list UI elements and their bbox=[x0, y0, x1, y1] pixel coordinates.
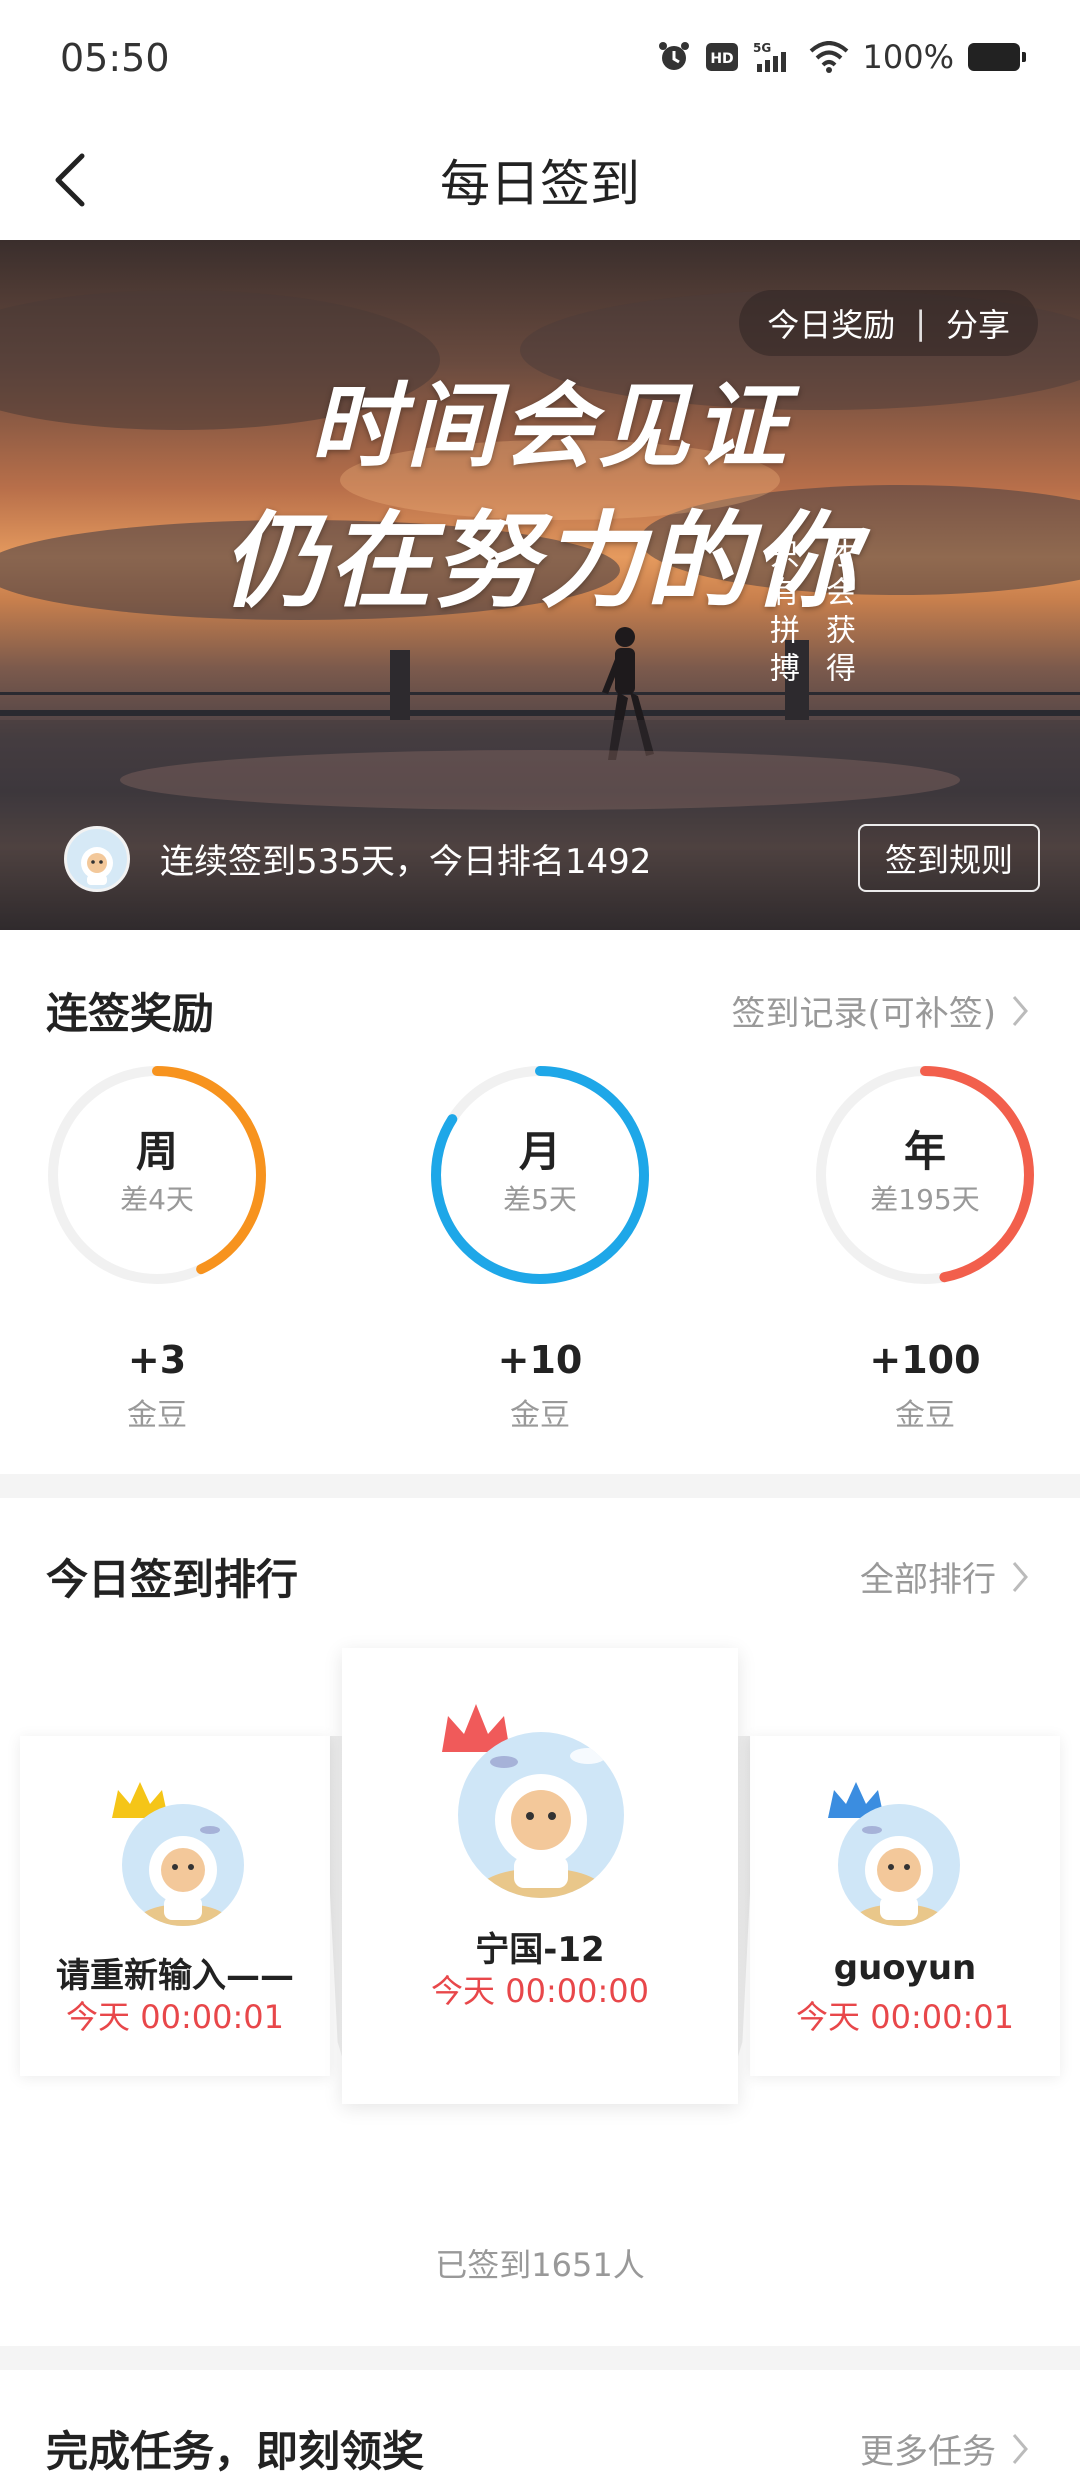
reward-unit: 金豆 bbox=[510, 1398, 570, 1433]
reward-period-label: 月 bbox=[518, 1127, 561, 1176]
chevron-right-icon bbox=[1012, 1561, 1028, 1592]
pill-separator: | bbox=[915, 304, 926, 342]
tasks-header: 完成任务，即刻领奖 更多任务 bbox=[0, 2418, 1080, 2472]
streak-rewards: 周 差4天 +3 金豆 月 差5天 +10 金豆 年 差195天 +100 金豆 bbox=[0, 1060, 1080, 1440]
status-bar: 05:50 HD 5G 100% bbox=[0, 0, 1080, 120]
astronaut-avatar-icon bbox=[853, 1826, 945, 1926]
astronaut-avatar-icon bbox=[137, 1826, 229, 1926]
svg-text:HD: HD bbox=[710, 51, 733, 67]
signed-count: 已签到1651人 bbox=[435, 2246, 645, 2284]
checkin-records-label: 签到记录(可补签) bbox=[731, 994, 996, 1034]
hd-icon: HD bbox=[705, 42, 739, 72]
share-link[interactable]: 分享 bbox=[946, 300, 1010, 346]
reward-amount: +10 bbox=[497, 1338, 583, 1382]
rank-card-second[interactable]: 请重新输入—— 今天 00:00:01 bbox=[20, 1736, 330, 2076]
poem-column-left: 才会获得 bbox=[820, 538, 855, 690]
tasks-title: 完成任务，即刻领奖 bbox=[46, 2427, 425, 2472]
section-divider bbox=[0, 1474, 1080, 1498]
reward-period-label: 周 bbox=[135, 1127, 178, 1176]
rank-first-name: 宁国-12 bbox=[475, 1930, 605, 1970]
page-title: 每日签到 bbox=[440, 155, 640, 213]
reward-year[interactable]: 年 差195天 +100 金豆 bbox=[810, 1060, 1040, 1440]
banner-side-poem: 只有拼搏 才会获得 bbox=[764, 538, 1032, 690]
svg-text:5G: 5G bbox=[753, 41, 771, 55]
banner-footer: 连续签到535天，今日排名1492 签到规则 bbox=[0, 790, 1080, 930]
rank-third-time: 今天 00:00:01 bbox=[796, 1998, 1014, 2036]
reward-amount: +100 bbox=[869, 1338, 981, 1382]
wifi-icon bbox=[809, 41, 849, 73]
back-button[interactable] bbox=[30, 140, 110, 220]
status-icons: HD 5G 100% bbox=[657, 38, 1026, 76]
checkin-records-link[interactable]: 签到记录(可补签) bbox=[731, 986, 1030, 1035]
chevron-left-icon bbox=[55, 153, 85, 207]
rank-card-first[interactable]: 宁国-12 今天 00:00:00 bbox=[342, 1648, 738, 2104]
chevron-right-icon bbox=[1012, 2433, 1028, 2464]
alarm-icon bbox=[657, 40, 691, 74]
more-tasks-link[interactable]: 更多任务 bbox=[860, 2424, 1030, 2472]
streak-rewards-header: 连签奖励 签到记录(可补签) bbox=[0, 980, 1080, 1060]
rank-second-name: 请重新输入—— bbox=[56, 1956, 294, 1996]
battery-icon bbox=[968, 43, 1026, 71]
astronaut-avatar-icon bbox=[81, 847, 113, 885]
banner-action-pill: 今日奖励 | 分享 bbox=[739, 290, 1038, 356]
banner-headline-line1: 时间会见证 bbox=[309, 372, 790, 480]
chevron-right-icon bbox=[1012, 995, 1028, 1026]
nav-bar: 每日签到 bbox=[0, 120, 1080, 240]
today-reward-link[interactable]: 今日奖励 bbox=[767, 300, 895, 346]
reward-week[interactable]: 周 差4天 +3 金豆 bbox=[42, 1060, 272, 1440]
rank-first-avatar bbox=[458, 1732, 624, 1898]
rank-second-avatar bbox=[122, 1804, 244, 1926]
rank-first-time: 今天 00:00:00 bbox=[431, 1972, 649, 2010]
battery-percent: 100% bbox=[862, 38, 954, 76]
reward-remaining: 差195天 bbox=[870, 1183, 980, 1216]
reward-remaining: 差5天 bbox=[503, 1183, 577, 1216]
reward-unit: 金豆 bbox=[127, 1398, 187, 1433]
ranking-header: 今日签到排行 全部排行 bbox=[0, 1546, 1080, 1626]
rank-third-avatar bbox=[838, 1804, 960, 1926]
cellular-5g-icon: 5G bbox=[753, 40, 795, 74]
rank-second-time: 今天 00:00:01 bbox=[66, 1998, 284, 2036]
rank-third-name: guoyun bbox=[833, 1948, 977, 1988]
reward-amount: +3 bbox=[127, 1338, 187, 1382]
status-time: 05:50 bbox=[60, 36, 170, 80]
reward-remaining: 差4天 bbox=[120, 1183, 194, 1216]
astronaut-avatar-icon bbox=[477, 1748, 606, 1898]
user-avatar[interactable] bbox=[64, 826, 130, 892]
reward-month[interactable]: 月 差5天 +10 金豆 bbox=[425, 1060, 655, 1440]
poem-column-right: 只有拼搏 bbox=[764, 538, 799, 690]
streak-summary: 连续签到535天，今日排名1492 bbox=[160, 842, 652, 882]
rank-card-third[interactable]: guoyun 今天 00:00:01 bbox=[750, 1736, 1060, 2076]
all-ranking-label: 全部排行 bbox=[860, 1560, 996, 1600]
streak-rewards-title: 连签奖励 bbox=[46, 989, 215, 1038]
reward-unit: 金豆 bbox=[895, 1398, 955, 1433]
checkin-banner: 今日奖励 | 分享 时间会见证 仍在努力的你 只有拼搏 才会获得 连续签到535… bbox=[0, 240, 1080, 930]
checkin-rules-button[interactable]: 签到规则 bbox=[858, 824, 1040, 892]
more-tasks-label: 更多任务 bbox=[860, 2432, 996, 2472]
ranking-title: 今日签到排行 bbox=[46, 1555, 299, 1604]
section-divider bbox=[0, 2346, 1080, 2370]
reward-period-label: 年 bbox=[903, 1127, 946, 1176]
ranking-podium: 请重新输入—— 今天 00:00:01 宁国-12 今天 00:00:00 gu… bbox=[0, 1640, 1080, 2120]
all-ranking-link[interactable]: 全部排行 bbox=[860, 1552, 1030, 1601]
